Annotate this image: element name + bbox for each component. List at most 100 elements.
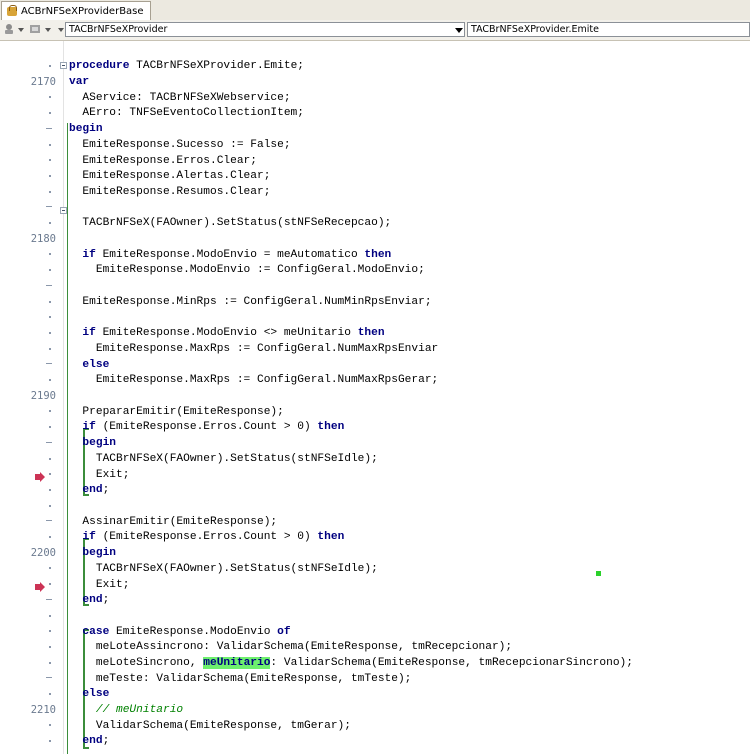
- gutter-dot: [46, 285, 52, 286]
- gutter-dot: [49, 144, 51, 146]
- code-line: if EmiteResponse.ModoEnvio = meAutomatic…: [69, 249, 392, 261]
- gutter-dot: [49, 662, 51, 664]
- gutter-dot: [49, 112, 51, 114]
- gutter-dot: [49, 191, 51, 193]
- gutter-dot: [49, 567, 51, 569]
- gutter-dot: [49, 316, 51, 318]
- gutter-dot: [49, 740, 51, 742]
- gutter-dot: [49, 332, 51, 334]
- code-line: AErro: TNFSeEventoCollectionItem;: [69, 107, 304, 119]
- code-comment: // meUnitario: [69, 704, 184, 716]
- gutter-dot: [49, 159, 51, 161]
- navigation-toolbar: TACBrNFSeXProvider TACBrNFSeXProvider.Em…: [0, 20, 750, 41]
- code-editor[interactable]: 2170 2180 2190 2200 2210 procedure TACBr…: [0, 41, 750, 754]
- method-selector-combo[interactable]: TACBrNFSeXProvider.Emite: [467, 22, 750, 37]
- code-line: EmiteResponse.ModoEnvio := ConfigGeral.M…: [69, 264, 425, 276]
- class-selector-value: TACBrNFSeXProvider: [69, 24, 168, 35]
- gutter-dot: [49, 630, 51, 632]
- code-line: AService: TACBrNFSeXWebservice;: [69, 92, 291, 104]
- forward-dropdown-caret-icon[interactable]: [45, 28, 51, 32]
- code-line: meTeste: ValidarSchema(EmiteResponse, tm…: [69, 673, 412, 685]
- gutter-dot: [49, 693, 51, 695]
- class-combo-caret-icon: [58, 28, 64, 32]
- line-number: 2190: [30, 390, 56, 402]
- code-line: ValidarSchema(EmiteResponse, tmGerar);: [69, 720, 351, 732]
- back-dropdown-caret-icon[interactable]: [18, 28, 24, 32]
- code-line: TACBrNFSeX(FAOwner).SetStatus(stNFSeIdle…: [69, 563, 378, 575]
- procedure-guide: [67, 123, 68, 754]
- code-line: EmiteResponse.Resumos.Clear;: [69, 186, 271, 198]
- code-line: procedure TACBrNFSeXProvider.Emite;: [69, 60, 304, 72]
- gutter-dot: [46, 363, 52, 364]
- gutter-dot: [49, 426, 51, 428]
- code-line: begin: [69, 437, 116, 449]
- gutter-dot: [49, 458, 51, 460]
- gutter-dot: [49, 379, 51, 381]
- code-line: if (EmiteResponse.Erros.Count > 0) then: [69, 531, 345, 543]
- line-number: 2170: [30, 76, 56, 88]
- code-line: meLoteSincrono, meUnitario: ValidarSchem…: [69, 657, 633, 669]
- unit-file-icon: [6, 5, 18, 17]
- exit-arrow-icon: [35, 472, 45, 482]
- editor-tab-bar: ACBrNFSeXProviderBase: [0, 0, 750, 21]
- code-line: PrepararEmitir(EmiteResponse);: [69, 406, 284, 418]
- gutter-dot: [46, 442, 52, 443]
- line-number: 2180: [30, 233, 56, 245]
- gutter-dot: [46, 520, 52, 521]
- gutter-dot: [49, 410, 51, 412]
- gutter-dot: [49, 301, 51, 303]
- gutter-dot: [49, 536, 51, 538]
- line-number: 2200: [30, 547, 56, 559]
- gutter-dot: [46, 599, 52, 600]
- code-line: else: [69, 688, 110, 700]
- code-line: EmiteResponse.MaxRps := ConfigGeral.NumM…: [69, 374, 439, 386]
- file-tab[interactable]: ACBrNFSeXProviderBase: [1, 1, 151, 20]
- code-line: begin: [69, 547, 116, 559]
- method-selector-value: TACBrNFSeXProvider.Emite: [471, 24, 599, 35]
- code-line: Exit;: [69, 579, 130, 591]
- code-line: else: [69, 359, 110, 371]
- gutter-dot: [49, 96, 51, 98]
- gutter-separator: [63, 41, 64, 754]
- fold-procedure-icon[interactable]: [60, 62, 67, 69]
- class-selector-dropdown-icon[interactable]: [455, 28, 463, 33]
- code-line: case EmiteResponse.ModoEnvio of: [69, 626, 291, 638]
- gutter-dot: [49, 489, 51, 491]
- gutter-dot: [49, 583, 51, 585]
- forward-navigation-icon[interactable]: [29, 23, 41, 35]
- code-line: meLoteAssincrono: ValidarSchema(EmiteRes…: [69, 641, 513, 653]
- cursor-marker: [596, 571, 601, 576]
- gutter-dot: [49, 175, 51, 177]
- gutter-dot: [49, 222, 51, 224]
- gutter-dot: [49, 615, 51, 617]
- code-line: EmiteResponse.Erros.Clear;: [69, 155, 257, 167]
- code-line: AssinarEmitir(EmiteResponse);: [69, 516, 278, 528]
- fold-minus-icon[interactable]: [60, 207, 67, 214]
- gutter-dot: [46, 128, 52, 129]
- code-line: var: [69, 76, 90, 88]
- code-line: begin: [69, 123, 103, 135]
- code-line: TACBrNFSeX(FAOwner).SetStatus(stNFSeRece…: [69, 217, 392, 229]
- gutter-dot: [46, 206, 52, 207]
- gutter-dot: [49, 505, 51, 507]
- line-number: 2210: [30, 704, 56, 716]
- exit-arrow-icon: [35, 582, 45, 592]
- gutter-dot: [49, 724, 51, 726]
- gutter-dot: [49, 253, 51, 255]
- back-navigation-icon[interactable]: [3, 23, 15, 35]
- code-line: TACBrNFSeX(FAOwner).SetStatus(stNFSeIdle…: [69, 453, 378, 465]
- search-highlight: meUnitario: [203, 657, 271, 669]
- code-line: EmiteResponse.Alertas.Clear;: [69, 170, 271, 182]
- code-line: EmiteResponse.MaxRps := ConfigGeral.NumM…: [69, 343, 439, 355]
- code-line: end;: [69, 484, 110, 496]
- gutter-dot: [49, 473, 51, 475]
- class-selector-combo[interactable]: TACBrNFSeXProvider: [65, 22, 465, 37]
- gutter-dot: [49, 65, 51, 67]
- code-line: if (EmiteResponse.Erros.Count > 0) then: [69, 421, 345, 433]
- code-line: end;: [69, 594, 110, 606]
- gutter-dot: [49, 348, 51, 350]
- gutter-dot: [49, 269, 51, 271]
- code-line: EmiteResponse.MinRps := ConfigGeral.NumM…: [69, 296, 432, 308]
- code-line: end;: [69, 735, 110, 747]
- code-line: Exit;: [69, 469, 130, 481]
